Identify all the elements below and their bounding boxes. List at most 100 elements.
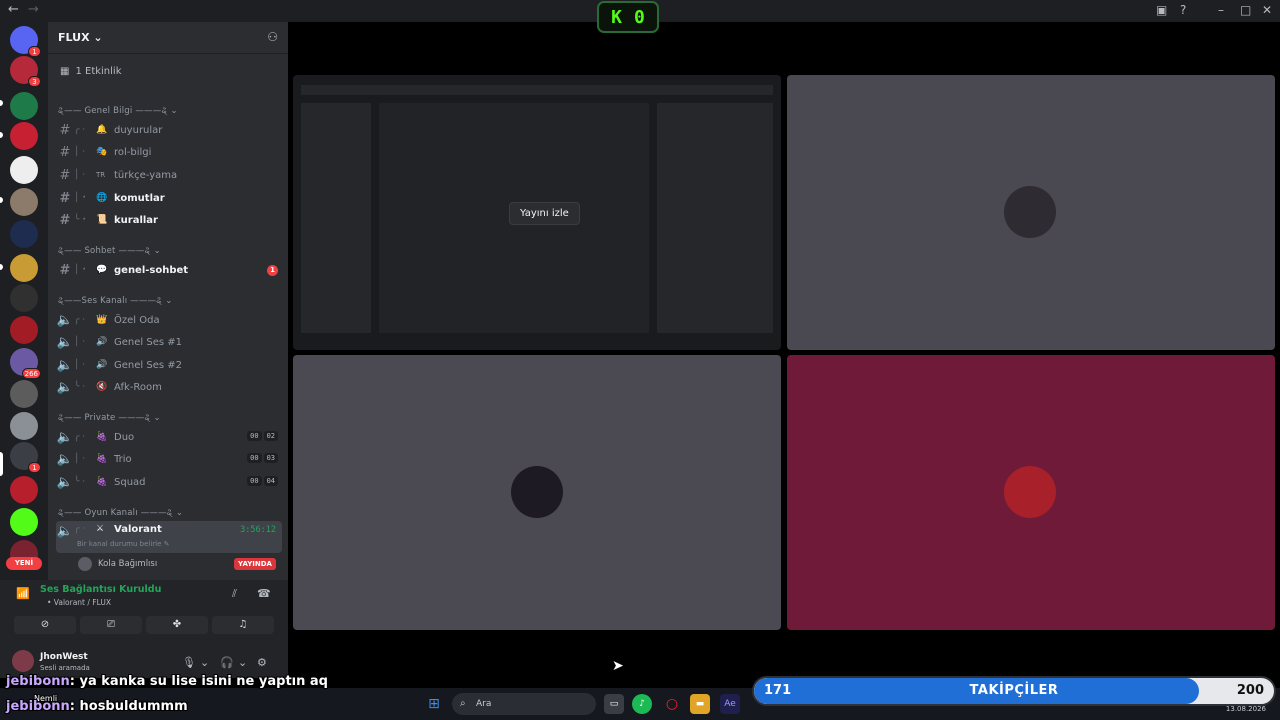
participant-tile[interactable] bbox=[293, 355, 781, 630]
guild-icon-data[interactable] bbox=[10, 156, 38, 184]
headphones-icon[interactable]: 🎧 bbox=[220, 656, 234, 669]
avatar[interactable] bbox=[12, 650, 34, 672]
back-arrow-icon[interactable]: ← bbox=[8, 2, 19, 17]
channel-squad[interactable]: 🔈 ╰ · 🍇 Squad 00 04 bbox=[56, 472, 282, 492]
participant-tile[interactable] bbox=[787, 75, 1275, 350]
taskbar-search[interactable]: ⌕ Ara bbox=[452, 693, 596, 715]
channel-sidebar: FLUX ⌄ ⚇ ▦ 1 Etkinlik ୡ—— Genel Bilgi ——… bbox=[48, 22, 288, 580]
channel-valorant[interactable]: 🔈 ╭ · ⚔ Valorant 3:56:12 bbox=[56, 521, 282, 553]
minimize-icon[interactable]: – bbox=[1218, 3, 1224, 17]
category-sohbet[interactable]: ୡ—— Sohbet ———ୡ ⌄ bbox=[58, 246, 161, 256]
spotify-icon[interactable]: ♪ bbox=[632, 694, 652, 714]
channel-genel-ses-1[interactable]: 🔈 │ · 🔊 Genel Ses #1 bbox=[56, 332, 282, 352]
voice-connected-status[interactable]: Ses Bağlantısı Kuruldu bbox=[40, 584, 161, 595]
voice-member[interactable]: Kola Bağımlısı bbox=[78, 557, 157, 571]
notification-badge: 1 bbox=[28, 46, 41, 57]
guild-icon-green[interactable] bbox=[10, 92, 38, 120]
mention-badge: 1 bbox=[267, 265, 278, 276]
discord-home-icon[interactable]: 1 bbox=[10, 26, 41, 57]
notification-badge: 266 bbox=[21, 368, 41, 379]
guild-icon-dark[interactable] bbox=[10, 284, 38, 312]
chat-overlay-line: jebibonn: hosbuldummm bbox=[6, 699, 188, 714]
guild-icon-m[interactable]: 3 bbox=[10, 56, 41, 87]
channel-turkce-yama[interactable]: # │ · TR türkçe-yama bbox=[56, 165, 282, 185]
voice-location[interactable]: • Valorant / FLUX bbox=[47, 598, 111, 607]
disconnect-icon[interactable]: ☎ bbox=[257, 587, 271, 600]
guild-icon-crimson[interactable] bbox=[10, 316, 38, 344]
channel-ozel-oda[interactable]: 🔈 ╭ · 👑 Özel Oda bbox=[56, 310, 282, 330]
after-effects-icon[interactable]: Ae bbox=[720, 694, 740, 714]
guild-icon-grey[interactable] bbox=[10, 380, 38, 408]
text-channel-icon: # bbox=[59, 190, 71, 206]
chevron-down-icon[interactable]: ⌄ bbox=[238, 656, 247, 669]
activities-button[interactable]: ✤ bbox=[146, 616, 208, 634]
channel-genel-ses-2[interactable]: 🔈 │ · 🔊 Genel Ses #2 bbox=[56, 355, 282, 375]
guild-icon-blue[interactable] bbox=[10, 220, 38, 248]
camera-off-icon: ⊘ bbox=[40, 619, 50, 630]
speaker-icon: 🔈 bbox=[56, 357, 74, 373]
microphone-icon[interactable]: 🎙 bbox=[182, 656, 196, 669]
new-servers-badge[interactable]: YENİ bbox=[6, 557, 42, 570]
soundboard-button[interactable]: ♫ bbox=[212, 616, 274, 634]
stream-tile[interactable]: Yayını izle bbox=[293, 75, 781, 350]
gear-icon[interactable]: ⚙ bbox=[257, 656, 267, 669]
guild-icon-kick[interactable] bbox=[10, 508, 38, 536]
guild-icon-flux[interactable]: 1 bbox=[10, 442, 41, 473]
grapes-icon: 🍇 bbox=[96, 432, 108, 442]
category-genel-bilgi[interactable]: ୡ—— Genel Bilgi ———ୡ ⌄ bbox=[58, 106, 178, 116]
speaker-icon: 🔈 bbox=[56, 379, 74, 395]
task-view-icon[interactable]: ▭ bbox=[604, 694, 624, 714]
forward-arrow-icon[interactable]: → bbox=[28, 2, 39, 17]
participant-tile[interactable] bbox=[787, 355, 1275, 630]
file-explorer-icon[interactable]: ▬ bbox=[690, 694, 710, 714]
category-oyun-kanali[interactable]: ୡ—— Oyun Kanalı ———ୡ ⌄ bbox=[58, 508, 183, 518]
help-icon[interactable]: ? bbox=[1180, 3, 1186, 17]
channel-genel-sohbet[interactable]: # │ · 💬 genel-sohbet 1 bbox=[56, 260, 282, 280]
notification-badge: 3 bbox=[28, 76, 41, 87]
opera-icon[interactable]: ○ bbox=[662, 694, 682, 714]
user-status: Sesli aramada bbox=[40, 664, 90, 672]
pencil-icon: ✎ bbox=[163, 540, 170, 548]
category-private[interactable]: ୡ—— Private ———ୡ ⌄ bbox=[58, 413, 161, 423]
close-icon[interactable]: ✕ bbox=[1262, 3, 1272, 17]
text-channel-icon: # bbox=[59, 262, 71, 278]
signal-icon[interactable]: 📶 bbox=[16, 587, 30, 600]
username[interactable]: JhonWest bbox=[40, 652, 88, 662]
channel-afk-room[interactable]: 🔈 ╰ · 🔇 Afk-Room bbox=[56, 377, 282, 397]
user-panel: JhonWest Sesli aramada 🎙 ⌄ 🎧 ⌄ ⚙ bbox=[0, 638, 288, 678]
guild-icon-gold[interactable] bbox=[10, 254, 38, 282]
avatar bbox=[1004, 466, 1056, 518]
live-badge: YAYINDA bbox=[234, 558, 276, 570]
guild-icon-red[interactable] bbox=[10, 122, 38, 150]
guild-icon-silver[interactable] bbox=[10, 412, 38, 440]
events-link[interactable]: ▦ 1 Etkinlik bbox=[60, 66, 122, 77]
speaker-icon: 🔈 bbox=[56, 524, 74, 539]
category-ses-kanali[interactable]: ୡ——Ses Kanalı ———ୡ ⌄ bbox=[58, 296, 173, 306]
guild-icon-profile[interactable] bbox=[10, 188, 38, 216]
kick-viewer-badge: K 0 bbox=[597, 1, 659, 33]
server-name[interactable]: FLUX ⌄ bbox=[58, 31, 103, 44]
server-header[interactable]: FLUX ⌄ ⚇ bbox=[48, 22, 288, 54]
swords-icon: ⚔ bbox=[96, 524, 105, 534]
channel-status-prompt[interactable]: Bir kanal durumu belirle ✎ bbox=[77, 540, 170, 548]
events-label: 1 Etkinlik bbox=[75, 66, 122, 77]
channel-duo[interactable]: 🔈 ╭ · 🍇 Duo 00 02 bbox=[56, 427, 282, 447]
channel-rol-bilgi[interactable]: # │ · 🎭 rol-bilgi bbox=[56, 142, 282, 162]
noise-suppression-icon[interactable]: ⫽ bbox=[232, 587, 237, 601]
maximize-icon[interactable]: □ bbox=[1240, 3, 1251, 17]
channel-komutlar[interactable]: # │ · 🌐 komutlar bbox=[56, 188, 282, 208]
guild-icon-circle[interactable] bbox=[10, 476, 38, 504]
channel-kurallar[interactable]: # ╰ · 📜 kurallar bbox=[56, 210, 282, 230]
windows-start-icon[interactable]: ⊞ bbox=[424, 694, 444, 714]
watch-stream-button[interactable]: Yayını izle bbox=[509, 202, 580, 225]
channel-trio[interactable]: 🔈 │ · 🍇 Trio 00 03 bbox=[56, 449, 282, 469]
channel-duyurular[interactable]: # ╭ · 🔔 duyurular bbox=[56, 120, 282, 140]
guild-icon-community[interactable]: 266 bbox=[10, 348, 41, 379]
text-channel-icon: # bbox=[59, 212, 71, 228]
screen-share-button[interactable]: ⎚ bbox=[80, 616, 142, 634]
camera-off-button[interactable]: ⊘ bbox=[14, 616, 76, 634]
inbox-icon[interactable]: ▣ bbox=[1156, 3, 1167, 17]
invite-people-icon[interactable]: ⚇ bbox=[267, 30, 278, 44]
bell-icon: 🔔 bbox=[96, 125, 108, 135]
chevron-down-icon[interactable]: ⌄ bbox=[200, 656, 209, 669]
